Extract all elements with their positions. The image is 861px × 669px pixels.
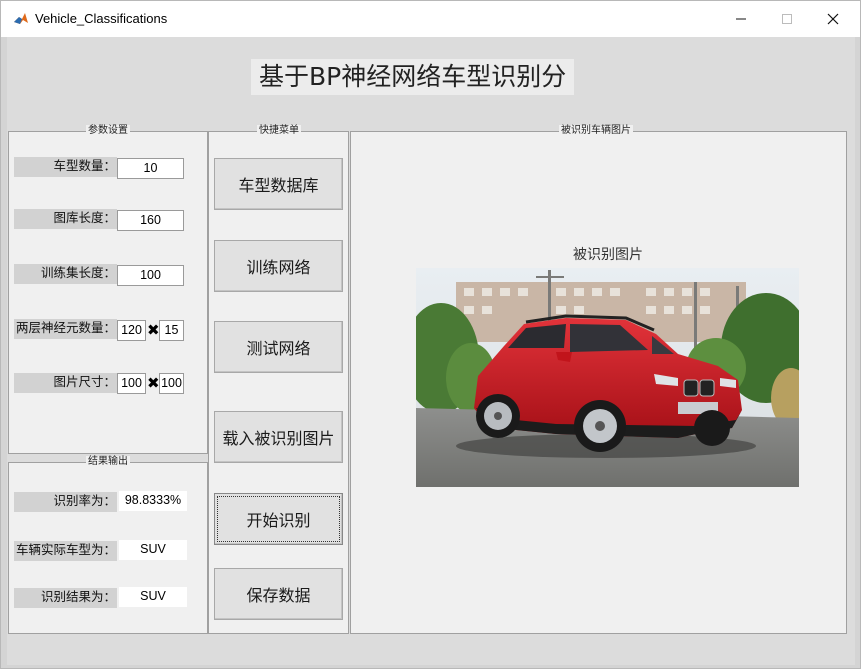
actual-type-value: SUV [119, 540, 187, 560]
test-network-button[interactable]: 测试网络 [214, 321, 343, 373]
maximize-button[interactable] [764, 1, 810, 37]
params-panel: 参数设置 [8, 125, 208, 454]
axes-title: 被识别图片 [565, 245, 651, 265]
result-type-value: SUV [119, 587, 187, 607]
vehicle-image [416, 268, 799, 487]
neurons-layer1-input[interactable]: 120 [117, 320, 146, 341]
training-length-input[interactable]: 100 [117, 265, 184, 286]
multiply-icon: ✖ [147, 374, 160, 392]
multiply-icon: ✖ [147, 321, 160, 339]
neurons-label: 两层神经元数量： [14, 319, 117, 339]
save-data-button[interactable]: 保存数据 [214, 568, 343, 620]
type-count-label: 车型数量： [14, 157, 117, 177]
minimize-icon [736, 18, 746, 20]
window-title: Vehicle_Classifications [35, 11, 168, 26]
accuracy-value: 98.8333% [119, 491, 187, 511]
neurons-layer2-input[interactable]: 15 [159, 320, 184, 341]
close-icon [827, 13, 839, 25]
app-window: Vehicle_Classifications 基于BP神经网络车型识别分 参数… [0, 0, 861, 669]
actual-type-label: 车辆实际车型为： [14, 541, 117, 561]
image-height-input[interactable]: 100 [159, 373, 184, 394]
params-panel-title: 参数设置 [86, 125, 130, 137]
train-network-button[interactable]: 训练网络 [214, 240, 343, 292]
training-length-label: 训练集长度： [14, 264, 117, 284]
close-button[interactable] [810, 1, 856, 37]
library-length-input[interactable]: 160 [117, 210, 184, 231]
minimize-button[interactable] [718, 1, 764, 37]
matlab-icon [13, 11, 29, 27]
load-image-button[interactable]: 载入被识别图片 [214, 411, 343, 463]
maximize-icon [782, 14, 792, 24]
vehicle-database-button[interactable]: 车型数据库 [214, 158, 343, 210]
accuracy-label: 识别率为： [14, 492, 117, 512]
result-type-label: 识别结果为： [14, 588, 117, 608]
menu-panel-title: 快捷菜单 [257, 125, 301, 137]
type-count-input[interactable]: 10 [117, 158, 184, 179]
results-panel-title: 结果输出 [86, 456, 130, 468]
image-size-label: 图片尺寸： [14, 373, 117, 393]
image-width-input[interactable]: 100 [117, 373, 146, 394]
title-bar[interactable]: Vehicle_Classifications [1, 1, 860, 37]
page-title: 基于BP神经网络车型识别分 [251, 59, 575, 95]
image-panel-title: 被识别车辆图片 [559, 125, 633, 137]
start-recognition-button[interactable]: 开始识别 [214, 493, 343, 545]
library-length-label: 图库长度： [14, 209, 117, 229]
